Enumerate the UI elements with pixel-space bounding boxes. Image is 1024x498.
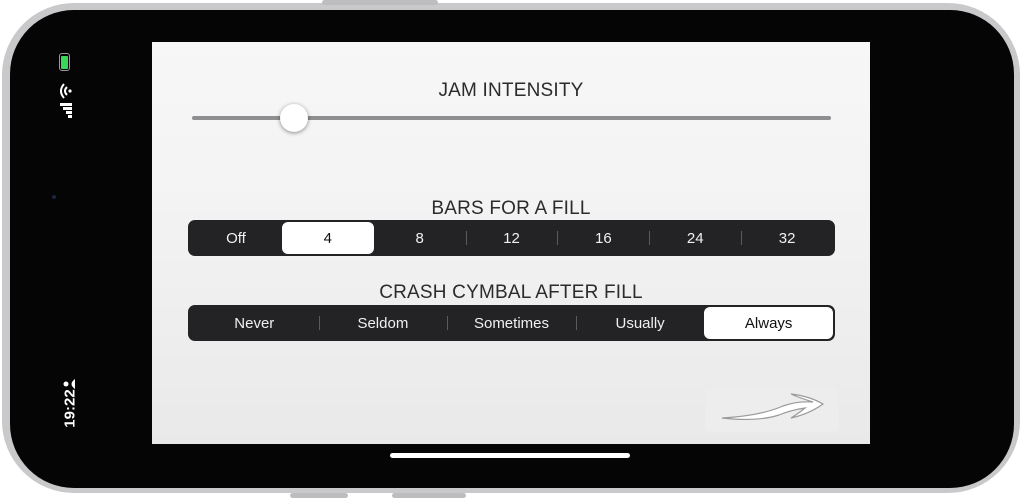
swoosh-arrow-icon <box>721 393 825 421</box>
crash-cymbal-segmented-control[interactable]: Never Seldom Sometimes Usually Always <box>188 305 835 341</box>
bars-option-off[interactable]: Off <box>190 222 282 254</box>
crash-cymbal-label: CRASH CYMBAL AFTER FILL <box>379 282 643 303</box>
volume-button-top <box>322 0 438 5</box>
bars-option-16[interactable]: 16 <box>557 222 649 254</box>
jam-intensity-slider-thumb[interactable] <box>280 104 309 132</box>
segment-divider <box>575 316 577 330</box>
segment-label: Seldom <box>357 314 409 332</box>
bars-option-12[interactable]: 12 <box>465 222 558 254</box>
crash-option-always[interactable]: Always <box>704 307 833 339</box>
segment-label: Sometimes <box>473 314 549 332</box>
segment-divider <box>447 316 449 330</box>
segment-divider <box>465 231 467 245</box>
jam-intensity-label: JAM INTENSITY <box>438 80 584 101</box>
segment-label: 8 <box>415 229 424 247</box>
segment-divider <box>318 316 320 330</box>
segment-label: Off <box>226 229 246 247</box>
crash-option-sometimes[interactable]: Sometimes <box>447 307 576 339</box>
bars-for-fill-label: BARS FOR A FILL <box>431 198 591 219</box>
segment-label: 32 <box>778 229 796 247</box>
segment-label: Always <box>744 314 793 332</box>
segment-divider <box>741 231 743 245</box>
segment-label: 4 <box>323 229 332 247</box>
segment-divider <box>557 231 559 245</box>
bars-option-8[interactable]: 8 <box>374 222 466 254</box>
side-button-bottom-1 <box>290 493 348 498</box>
side-button-bottom-2 <box>392 493 466 498</box>
app-screen: JAM INTENSITY BARS FOR A FILL Off 4 8 12 16 2… <box>152 42 870 444</box>
bars-option-32[interactable]: 32 <box>741 222 833 254</box>
segment-label: Never <box>234 314 275 332</box>
segment-divider <box>649 231 651 245</box>
segment-label: 16 <box>595 229 612 247</box>
segment-label: 24 <box>686 229 704 247</box>
segment-label: 12 <box>503 229 520 247</box>
front-camera <box>52 195 56 199</box>
crash-option-never[interactable]: Never <box>190 307 319 339</box>
bars-option-4[interactable]: 4 <box>281 222 374 254</box>
battery-icon <box>53 51 79 71</box>
cellular-signal-icon <box>60 103 72 118</box>
status-time: 19:22 <box>61 389 79 428</box>
bars-for-fill-segmented-control[interactable]: Off 4 8 12 16 24 32 <box>188 220 835 256</box>
bars-option-24[interactable]: 24 <box>649 222 741 254</box>
segment-label: Usually <box>615 314 665 332</box>
wifi-icon <box>60 83 72 99</box>
home-indicator[interactable] <box>390 453 630 458</box>
crash-option-seldom[interactable]: Seldom <box>318 307 448 339</box>
crash-option-usually[interactable]: Usually <box>575 307 705 339</box>
next-button[interactable] <box>705 388 839 432</box>
